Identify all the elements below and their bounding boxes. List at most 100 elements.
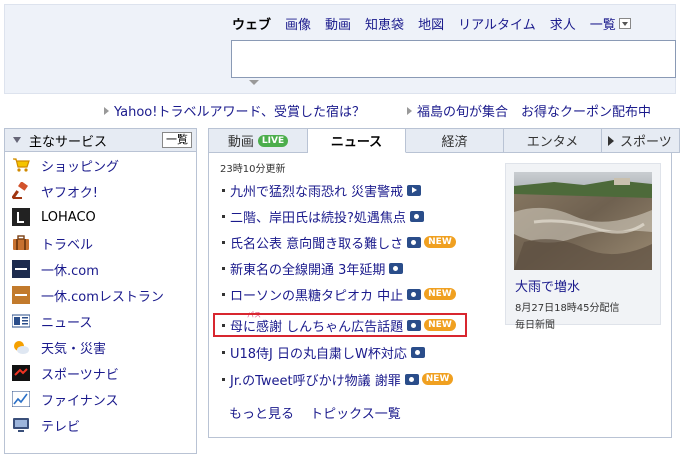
new-badge: NEW xyxy=(424,288,456,300)
headline-text: 新東名の全線開通 3年延期 xyxy=(230,262,386,278)
headline-text: Jr.のTweet呼びかけ物議 謝罪 xyxy=(230,373,401,389)
tab-video[interactable]: 動画 LIVE xyxy=(208,128,308,153)
search-tabs: ウェブ 画像 動画 知恵袋 地図 リアルタイム 求人 一覧 xyxy=(232,14,659,33)
search-tab-more[interactable]: 一覧 xyxy=(590,14,645,33)
tab-label: エンタメ xyxy=(526,135,579,150)
promo-text: Yahoo!トラベルアワード、受賞した宿は？ xyxy=(114,105,365,120)
search-tab-video[interactable]: 動画 xyxy=(325,14,351,33)
services-header: 主なサービス 一覧 xyxy=(5,129,196,152)
promo-link-travel-award[interactable]: Yahoo!トラベルアワード、受賞した宿は？ xyxy=(104,101,365,120)
highlight-box xyxy=(213,313,467,337)
tab-label: 動画 xyxy=(227,135,254,150)
service-label: ファイナンス xyxy=(41,393,119,409)
video-icon xyxy=(407,184,422,196)
ikkyu-icon xyxy=(11,260,31,278)
camera-icon xyxy=(407,236,422,248)
service-label: トラベル xyxy=(41,237,94,253)
weather-icon xyxy=(11,338,31,356)
live-badge: LIVE xyxy=(257,134,289,147)
search-tab-web[interactable]: ウェブ xyxy=(232,14,271,33)
news-icon xyxy=(11,312,31,330)
headline-item[interactable]: Jr.のTweet呼びかけ物議 謝罪 NEW xyxy=(222,370,454,389)
tab-label: ニュース xyxy=(330,135,383,150)
tab-scroll-right-icon[interactable] xyxy=(608,135,614,146)
promo-text: 福島の旬が集合 お得なクーポン配布中 xyxy=(417,105,652,120)
search-assist-arrow-icon[interactable] xyxy=(249,80,259,85)
bullet-icon xyxy=(222,266,225,270)
service-label: ショッピング xyxy=(41,159,120,175)
search-tab-chiebukuro[interactable]: 知恵袋 xyxy=(365,14,404,33)
headline-text: 氏名公表 意向聞き取る難しさ xyxy=(230,236,404,252)
photo-source: 毎日新聞 xyxy=(515,320,555,331)
headline-item[interactable]: 九州で猛烈な雨恐れ 災害警戒 xyxy=(222,181,422,200)
tab-label: 経済 xyxy=(441,135,468,150)
chevron-down-icon xyxy=(618,18,631,29)
topics-list-link[interactable]: トピックス一覧 xyxy=(310,407,401,422)
service-travel[interactable]: トラベル xyxy=(5,230,196,256)
tab-entertainment[interactable]: エンタメ xyxy=(504,128,602,153)
ikkyu-restaurant-icon xyxy=(11,286,31,304)
bullet-icon xyxy=(222,214,225,218)
headline-item[interactable]: 二階、岸田氏は続投?処遇焦点 xyxy=(222,207,424,226)
bullet-icon xyxy=(222,350,225,354)
service-label: 一休.comレストラン xyxy=(41,289,164,305)
suitcase-icon xyxy=(11,234,31,252)
headline-text: U18侍J 日の丸自粛しW杯対応 xyxy=(230,346,407,362)
services-title: 主なサービス xyxy=(29,134,108,150)
service-finance[interactable]: ファイナンス xyxy=(5,386,196,412)
photo-date: 8月27日18時45分配信 xyxy=(515,303,620,314)
headline-text: ローソンの黒糖タピオカ 中止 xyxy=(230,288,404,304)
search-tab-map[interactable]: 地図 xyxy=(418,14,444,33)
more-link[interactable]: もっと見る xyxy=(229,407,294,422)
camera-icon xyxy=(407,288,422,300)
photo-title[interactable]: 大雨で増水 xyxy=(515,276,580,295)
triangle-bullet-icon xyxy=(104,106,109,115)
service-tv[interactable]: テレビ xyxy=(5,412,196,438)
search-input[interactable] xyxy=(231,40,676,78)
shopping-cart-icon xyxy=(11,156,31,174)
camera-icon xyxy=(389,262,404,274)
flood-photo[interactable] xyxy=(514,172,652,270)
service-ikkyu-restaurant[interactable]: 一休.comレストラン xyxy=(5,282,196,308)
headline-item[interactable]: ローソンの黒糖タピオカ 中止 NEW xyxy=(222,285,456,304)
headline-item[interactable]: 新東名の全線開通 3年延期 xyxy=(222,259,404,278)
tab-news[interactable]: ニュース xyxy=(308,128,406,153)
service-weather[interactable]: 天気・災害 xyxy=(5,334,196,360)
service-label: ヤフオク! xyxy=(41,185,98,201)
new-badge: NEW xyxy=(421,373,454,385)
tab-label: スポーツ xyxy=(620,135,672,150)
news-more-links: もっと見る トピックス一覧 xyxy=(229,403,413,422)
service-label: スポーツナビ xyxy=(41,367,119,383)
service-label: 一休.com xyxy=(41,263,99,279)
bullet-icon xyxy=(222,240,225,244)
camera-icon xyxy=(409,210,424,222)
promo-link-fukushima[interactable]: 福島の旬が集合 お得なクーポン配布中 xyxy=(407,101,651,120)
finance-chart-icon xyxy=(11,390,31,408)
service-ikkyu[interactable]: 一休.com xyxy=(5,256,196,282)
sportsnavi-icon xyxy=(11,364,31,382)
camera-icon xyxy=(404,373,419,385)
news-tabs: 動画 LIVE ニュース 経済 エンタメ スポーツ xyxy=(208,128,680,153)
search-tab-jobs[interactable]: 求人 xyxy=(550,14,576,33)
service-lohaco[interactable]: LOHACO xyxy=(5,204,196,230)
headline-item[interactable]: U18侍J 日の丸自粛しW杯対応 xyxy=(222,343,425,362)
service-label: テレビ xyxy=(41,419,81,435)
tab-economy[interactable]: 経済 xyxy=(406,128,504,153)
lohaco-logo-icon xyxy=(11,208,31,226)
services-list-button[interactable]: 一覧 xyxy=(162,132,192,148)
service-label: 天気・災害 xyxy=(41,341,107,357)
service-auction[interactable]: ヤフオク! xyxy=(5,178,196,204)
service-news[interactable]: ニュース xyxy=(5,308,196,334)
arrow-down-icon[interactable] xyxy=(13,137,21,143)
tv-icon xyxy=(11,416,31,434)
bullet-icon xyxy=(222,292,225,296)
headline-item[interactable]: 氏名公表 意向聞き取る難しさ NEW xyxy=(222,233,456,252)
services-panel: 主なサービス 一覧 ショッピング ヤフオク! LOHACO トラベル 一休.co… xyxy=(4,128,197,454)
service-shopping[interactable]: ショッピング xyxy=(5,152,196,178)
search-tab-images[interactable]: 画像 xyxy=(285,14,311,33)
search-tab-realtime[interactable]: リアルタイム xyxy=(458,14,536,33)
service-sportsnavi[interactable]: スポーツナビ xyxy=(5,360,196,386)
auction-gavel-icon xyxy=(11,182,31,200)
updated-time: 23時10分更新 xyxy=(220,164,286,175)
tab-sports[interactable]: スポーツ xyxy=(602,128,680,153)
